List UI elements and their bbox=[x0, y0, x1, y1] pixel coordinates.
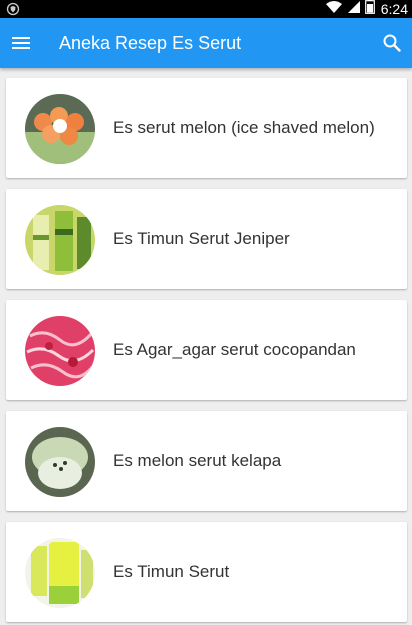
recipe-card[interactable]: Es Timun Serut bbox=[6, 522, 407, 622]
melon-coconut-thumbnail bbox=[25, 427, 95, 497]
status-time: 6:24 bbox=[380, 1, 408, 17]
recipe-card[interactable]: Es melon serut kelapa bbox=[6, 411, 407, 511]
status-bar: 6:24 bbox=[0, 0, 412, 18]
recipe-title: Es melon serut kelapa bbox=[113, 451, 282, 470]
app-bar: Aneka Resep Es Serut bbox=[0, 18, 412, 68]
recipe-card[interactable]: Es Timun Serut Jeniper bbox=[6, 189, 407, 289]
shield-notification-icon bbox=[6, 2, 20, 16]
pink-agar-thumbnail bbox=[25, 316, 95, 386]
app-title: Aneka Resep Es Serut bbox=[59, 33, 242, 53]
battery-icon bbox=[364, 0, 375, 19]
recipe-title: Es Timun Serut bbox=[113, 562, 230, 581]
green-drink-thumbnail bbox=[25, 538, 95, 608]
recipe-title: Es Agar_agar serut cocopandan bbox=[113, 340, 356, 359]
cucumber-drink-thumbnail bbox=[25, 205, 95, 275]
signal-icon bbox=[347, 0, 361, 19]
melon-balls-thumbnail bbox=[25, 94, 95, 164]
recipe-title: Es serut melon (ice shaved melon) bbox=[113, 118, 375, 137]
wifi-icon bbox=[325, 0, 343, 19]
hamburger-menu-icon[interactable] bbox=[10, 32, 32, 54]
recipe-card[interactable]: Es serut melon (ice shaved melon) bbox=[6, 78, 407, 178]
recipe-title: Es Timun Serut Jeniper bbox=[113, 229, 290, 248]
search-icon[interactable] bbox=[382, 33, 402, 53]
recipe-card[interactable]: Es Agar_agar serut cocopandan bbox=[6, 300, 407, 400]
